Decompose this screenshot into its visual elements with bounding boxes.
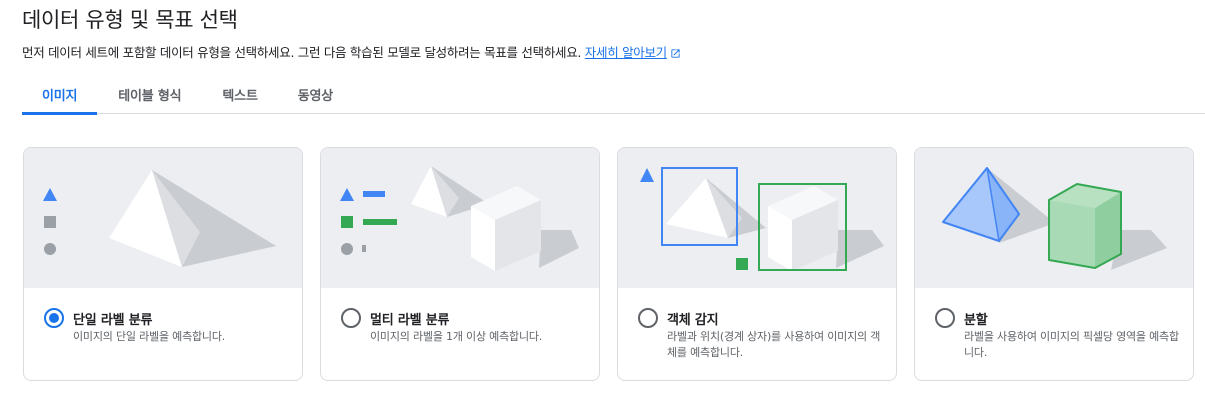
card-title: 객체 감지	[667, 313, 719, 328]
card-title: 분할	[964, 313, 988, 328]
card-description: 라벨과 위치(경계 상자)를 사용하여 이미지의 객체를 예측합니다.	[667, 330, 881, 359]
learn-more-link[interactable]: 자세히 알아보기	[585, 45, 681, 60]
tab-text[interactable]: 텍스트	[202, 74, 277, 114]
card-title: 단일 라벨 분류	[73, 313, 153, 328]
tab-tabular[interactable]: 테이블 형식	[97, 74, 202, 114]
card-title: 멀티 라벨 분류	[370, 313, 450, 328]
triangle-icon	[640, 168, 654, 182]
segmentation-radio[interactable]	[935, 308, 955, 328]
circle-icon	[341, 243, 353, 255]
open-in-new-icon	[671, 49, 680, 58]
subtitle-text: 먼저 데이터 세트에 포함할 데이터 유형을 선택하세요. 그런 다음 학습된 …	[22, 45, 582, 60]
card-description: 이미지의 라벨을 1개 이상 예측합니다.	[370, 330, 543, 343]
cube-icon	[471, 186, 579, 271]
circle-icon	[44, 243, 56, 255]
pyramid-icon	[109, 170, 276, 267]
label-bar-gray	[362, 245, 366, 252]
card-description: 라벨을 사용하여 이미지의 픽셀당 영역을 예측합니다.	[964, 330, 1179, 359]
tab-text-label: 텍스트	[222, 88, 258, 104]
tab-image[interactable]: 이미지	[22, 74, 98, 115]
cube-icon	[1048, 183, 1122, 269]
single-label-radio[interactable]	[44, 308, 64, 328]
object-detection-illustration	[618, 148, 896, 288]
triangle-icon	[340, 188, 354, 201]
tab-image-label: 이미지	[42, 88, 78, 104]
label-bar-green	[363, 219, 397, 225]
card-object-detection[interactable]: 객체 감지 라벨과 위치(경계 상자)를 사용하여 이미지의 객체를 예측합니다…	[617, 147, 897, 381]
page-subtitle: 먼저 데이터 세트에 포함할 데이터 유형을 선택하세요. 그런 다음 학습된 …	[22, 42, 681, 61]
data-type-tabs: 이미지 테이블 형식 텍스트 동영상	[22, 74, 1205, 115]
triangle-icon	[43, 188, 57, 201]
square-icon	[44, 216, 56, 228]
page-title: 데이터 유형 및 목표 선택	[22, 8, 238, 32]
card-segmentation[interactable]: 분할 라벨을 사용하여 이미지의 픽셀당 영역을 예측합니다.	[914, 147, 1194, 381]
object-detection-radio[interactable]	[638, 308, 658, 328]
pyramid-icon	[666, 178, 766, 238]
tab-video-label: 동영상	[297, 88, 333, 104]
label-bar-blue	[363, 191, 385, 197]
tab-tabular-label: 테이블 형식	[118, 88, 182, 104]
single-label-illustration	[24, 148, 302, 288]
pyramid-icon	[942, 167, 1020, 242]
card-description: 이미지의 단일 라벨을 예측합니다.	[73, 330, 226, 343]
cube-icon	[768, 186, 884, 271]
square-icon	[341, 216, 353, 228]
card-multi-label-classification[interactable]: 멀티 라벨 분류 이미지의 라벨을 1개 이상 예측합니다.	[320, 147, 600, 381]
multi-label-radio[interactable]	[341, 308, 361, 328]
tab-video[interactable]: 동영상	[278, 74, 353, 114]
segmentation-illustration	[915, 148, 1193, 288]
learn-more-label[interactable]: 자세히 알아보기	[585, 45, 667, 60]
square-icon	[736, 258, 748, 270]
card-single-label-classification[interactable]: 단일 라벨 분류 이미지의 단일 라벨을 예측합니다.	[23, 147, 303, 381]
multi-label-illustration	[321, 148, 599, 288]
